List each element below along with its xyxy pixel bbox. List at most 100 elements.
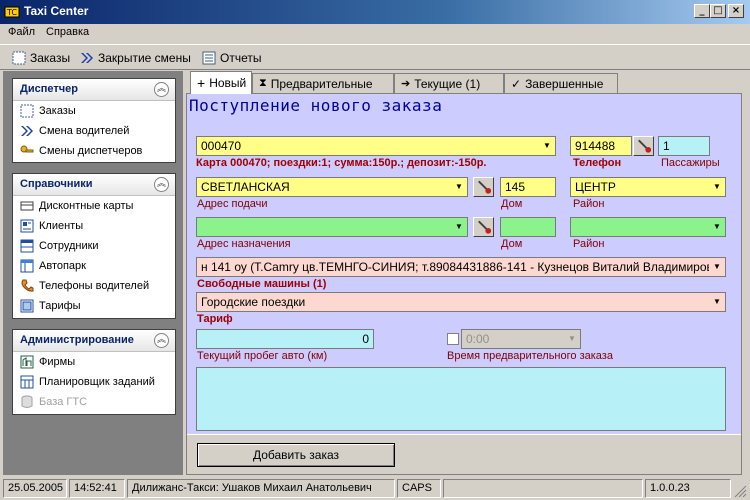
key-icon [20, 145, 34, 153]
plus-icon: + [197, 75, 206, 91]
destination-address-combo[interactable]: ▼ [196, 217, 468, 237]
sidebar-item-orders[interactable]: Заказы [13, 101, 175, 121]
sidebar-item-driver-shift[interactable]: Смена водителей [13, 121, 175, 141]
phone-lookup-button[interactable] [633, 136, 654, 156]
sidebar-item-dispatcher-shifts[interactable]: Смены диспетчеров [13, 141, 175, 161]
collapse-icon[interactable]: ︽ [154, 333, 169, 348]
tab-preliminary[interactable]: ⧗ Предварительные [252, 73, 394, 93]
sidebar-item-discount-cards[interactable]: Дисконтные карты [13, 196, 175, 216]
resize-grip-icon[interactable] [734, 485, 747, 498]
mileage-field[interactable]: 0 [196, 329, 374, 349]
orders-toolbar-button[interactable]: Заказы [12, 49, 70, 67]
tab-new[interactable]: + Новый [190, 71, 252, 94]
firms-icon [20, 355, 34, 369]
picker-icon [478, 180, 492, 194]
menu-help[interactable]: Справка [46, 26, 89, 38]
sidebar-item-fleet[interactable]: Автопарк [13, 256, 175, 276]
close-shift-toolbar-button[interactable]: Закрытие смены [80, 49, 191, 67]
free-cars-combo[interactable]: н 141 оу (Т.Camry цв.ТЕМНГО-СИНИЯ; т.890… [196, 257, 726, 277]
destination-house-label: Дом [501, 238, 523, 250]
tariff-combo[interactable]: Городские поездки ▼ [196, 292, 726, 312]
pickup-address-label: Адрес подачи [197, 198, 268, 210]
prelim-time-field[interactable]: 0:00 ▼ [461, 329, 581, 349]
passengers-field[interactable]: 1 [658, 136, 710, 156]
pickup-address-combo[interactable]: СВЕТЛАНСКАЯ ▼ [196, 177, 468, 197]
window-title: Taxi Center [24, 4, 89, 18]
phone-field[interactable]: 914488 [570, 136, 632, 156]
free-cars-label: Свободные машины (1) [197, 278, 327, 290]
app-icon: TC [4, 6, 20, 18]
destination-house-field[interactable] [500, 217, 556, 237]
minimize-button[interactable]: _ [694, 4, 710, 18]
sidebar-item-task-scheduler[interactable]: Планировщик заданий [13, 372, 175, 392]
sidebar-item-gts-base[interactable]: База ГТС [13, 392, 175, 412]
menu-file[interactable]: Файл [8, 26, 35, 38]
reference-panel-title: Справочники [20, 178, 93, 190]
reports-icon [202, 51, 216, 65]
pickup-district-label: Район [573, 198, 605, 210]
dispatcher-panel-header[interactable]: Диспетчер ︽ [13, 79, 175, 101]
status-user: Дилижанс-Такси: Ушаков Михаил Анатольеви… [127, 479, 395, 498]
card-combo[interactable]: 000470 ▼ [196, 136, 556, 156]
dispatcher-panel-title: Диспетчер [20, 83, 78, 95]
tab-completed[interactable]: ✓ Завершенные [504, 73, 618, 93]
pickup-house-field[interactable]: 145 [500, 177, 556, 197]
collapse-icon[interactable]: ︽ [154, 177, 169, 192]
phone-icon [21, 279, 34, 292]
reference-panel-header[interactable]: Справочники ︽ [13, 174, 175, 196]
sidebar-item-employees[interactable]: Сотрудники [13, 236, 175, 256]
form-bottom-bar: Добавить заказ [187, 434, 741, 474]
sidebar-item-firms[interactable]: Фирмы [13, 352, 175, 372]
tariff-label: Тариф [197, 313, 233, 325]
maximize-button[interactable]: □ [710, 4, 726, 18]
close-button[interactable]: × [728, 4, 744, 18]
toolbar: Заказы Закрытие смены Отчеты [0, 44, 750, 70]
chevron-down-icon: ▼ [713, 297, 721, 306]
status-time: 14:52:41 [69, 479, 125, 498]
tariffs-icon [20, 299, 34, 313]
notes-textarea[interactable] [196, 367, 726, 431]
chevron-down-icon: ▼ [455, 222, 463, 231]
orders-icon [12, 51, 26, 65]
database-icon [21, 395, 33, 408]
fleet-icon [20, 259, 34, 273]
dispatcher-panel: Диспетчер ︽ Заказы Смена водителей Смены… [12, 78, 176, 163]
double-chevron-icon [81, 53, 93, 63]
hourglass-icon: ⧗ [259, 77, 267, 89]
chevron-down-icon: ▼ [713, 262, 721, 271]
card-info: Карта 000470; поездки:1; сумма:150р.; де… [196, 157, 487, 169]
destination-district-combo[interactable]: ▼ [570, 217, 726, 237]
order-tabs: + Новый ⧗ Предварительные ➔ Текущие (1) … [186, 71, 746, 94]
pickup-district-combo[interactable]: ЦЕНТР ▼ [570, 177, 726, 197]
reference-panel: Справочники ︽ Дисконтные карты Клиенты С… [12, 173, 176, 319]
admin-panel-title: Администрирование [20, 334, 134, 346]
arrow-right-icon: ➔ [401, 78, 411, 90]
checkmark-icon: ✓ [511, 76, 522, 91]
picker-icon [478, 220, 492, 234]
sidebar-item-tariffs[interactable]: Тарифы [13, 296, 175, 316]
admin-panel: Администрирование ︽ Фирмы Планировщик за… [12, 329, 176, 415]
destination-district-label: Район [573, 238, 605, 250]
status-version: 1.0.0.23 [645, 479, 731, 498]
destination-address-picker-button[interactable] [473, 217, 494, 237]
tab-current[interactable]: ➔ Текущие (1) [394, 73, 504, 93]
sidebar-item-clients[interactable]: Клиенты [13, 216, 175, 236]
sidebar: Диспетчер ︽ Заказы Смена водителей Смены… [3, 71, 183, 475]
prelim-order-checkbox[interactable] [447, 333, 459, 345]
page-title: Поступление нового заказа [189, 96, 443, 115]
menu-bar: Файл Справка [0, 24, 750, 42]
chevron-down-icon: ▼ [543, 141, 551, 150]
card-icon [20, 201, 34, 211]
add-order-button[interactable]: Добавить заказ [197, 443, 395, 467]
pickup-house-label: Дом [501, 198, 523, 210]
passengers-label: Пассажиры [661, 157, 720, 169]
status-date: 25.05.2005 [3, 479, 67, 498]
admin-panel-header[interactable]: Администрирование ︽ [13, 330, 175, 352]
reports-toolbar-button[interactable]: Отчеты [202, 49, 261, 67]
mileage-label: Текущий пробег авто (км) [197, 350, 328, 362]
status-caps: CAPS [397, 479, 441, 498]
collapse-icon[interactable]: ︽ [154, 82, 169, 97]
pickup-address-picker-button[interactable] [473, 177, 494, 197]
svg-text:TC: TC [6, 8, 17, 17]
sidebar-item-driver-phones[interactable]: Телефоны водителей [13, 276, 175, 296]
